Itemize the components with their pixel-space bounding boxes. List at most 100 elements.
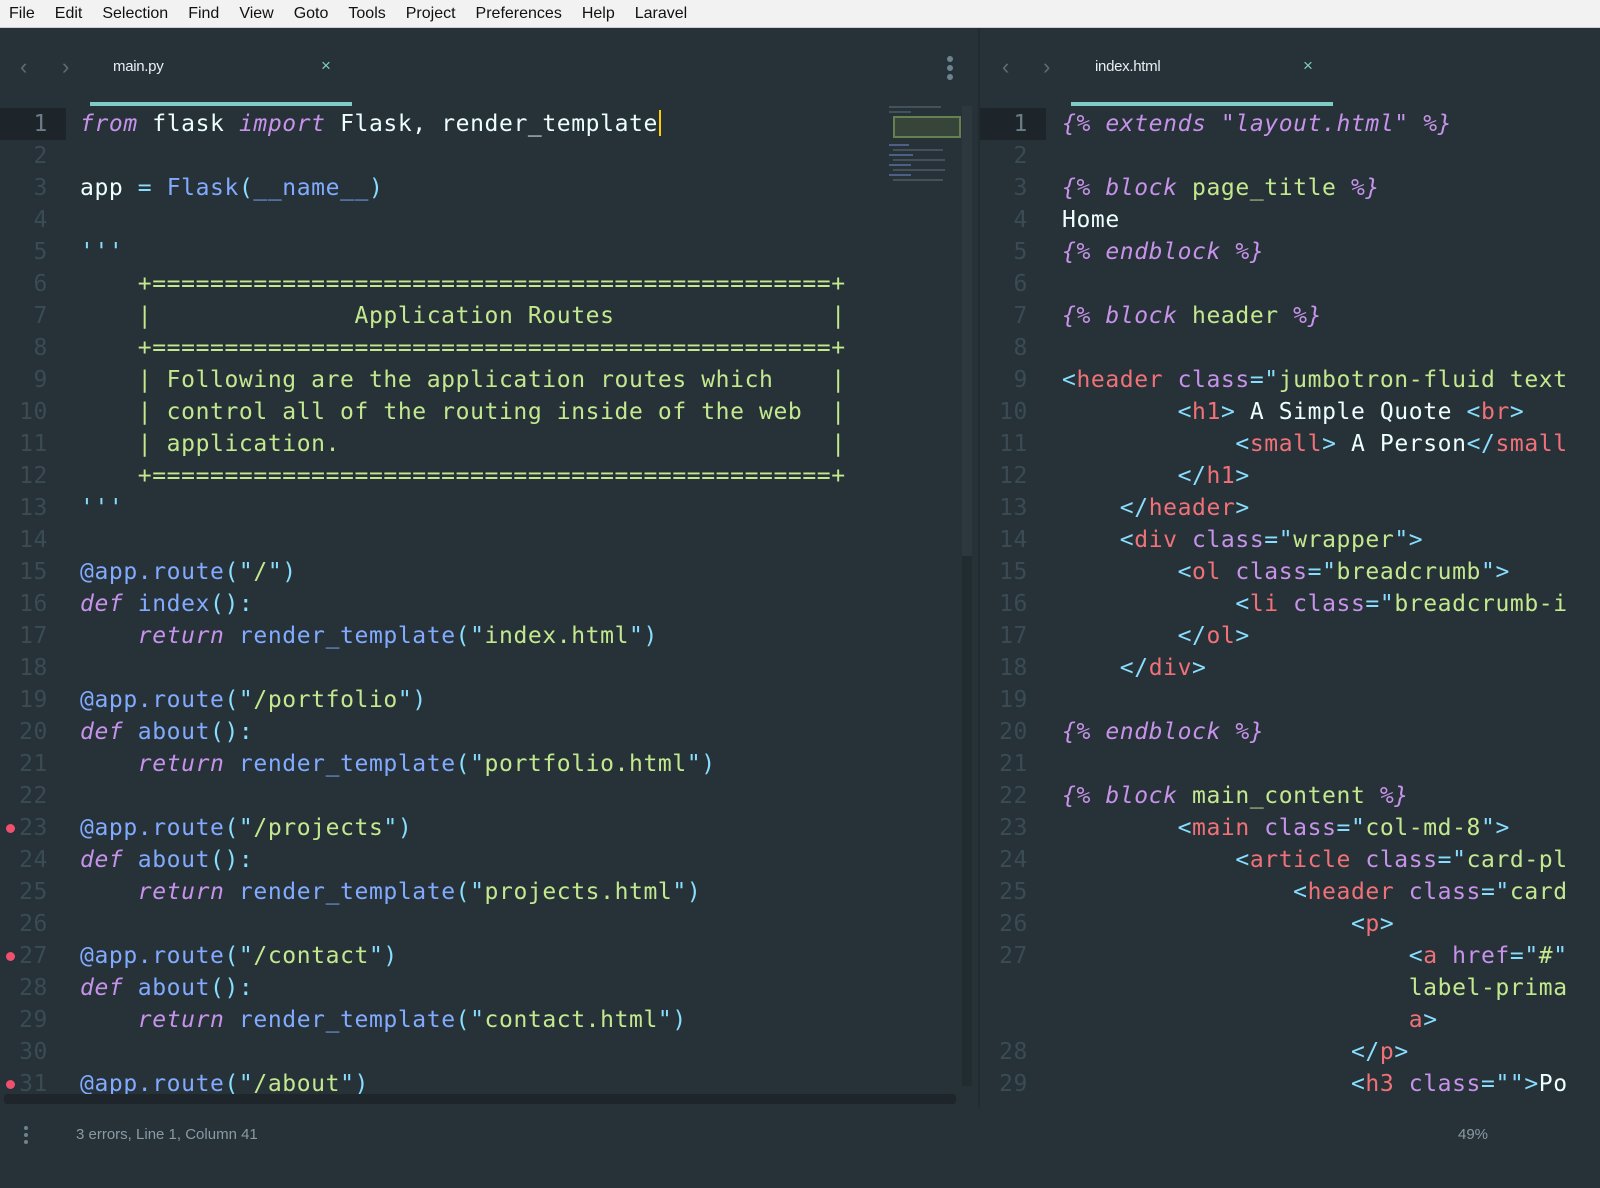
- code-line[interactable]: 19 @app.route("/portfolio"): [0, 684, 978, 716]
- line-number: 3: [1013, 175, 1028, 201]
- line-number: 23: [19, 815, 48, 841]
- code-line[interactable]: 7 {% block header %}: [980, 300, 1600, 332]
- menu-tools[interactable]: Tools: [338, 0, 395, 27]
- menu-help[interactable]: Help: [572, 0, 625, 27]
- code-line[interactable]: 27 @app.route("/contact"): [0, 940, 978, 972]
- code-line[interactable]: 12 </h1>: [980, 460, 1600, 492]
- horizontal-scrollbar[interactable]: [4, 1094, 956, 1104]
- code-line[interactable]: 19: [980, 684, 1600, 716]
- code-line[interactable]: 27 <a href="#": [980, 940, 1600, 972]
- code-line[interactable]: 13 ''': [0, 492, 978, 524]
- code-line[interactable]: 30: [0, 1036, 978, 1068]
- code-area-left[interactable]: 1 from flask import Flask, render_templat…: [0, 108, 978, 1100]
- code-line[interactable]: 28 def about():: [0, 972, 978, 1004]
- code-line[interactable]: 11 <small> A Person</small: [980, 428, 1600, 460]
- menu-project[interactable]: Project: [396, 0, 466, 27]
- pane-more-icon[interactable]: [947, 56, 953, 83]
- tab-index-html[interactable]: index.html: [1095, 58, 1161, 75]
- status-menu-icon[interactable]: [24, 1126, 28, 1147]
- code-line[interactable]: 3 {% block page_title %}: [980, 172, 1600, 204]
- code-token: A Person: [1336, 431, 1467, 457]
- code-line[interactable]: 22 {% block main_content %}: [980, 780, 1600, 812]
- code-line[interactable]: 16 def index():: [0, 588, 978, 620]
- code-line[interactable]: 1 {% extends "layout.html" %}: [980, 108, 1600, 140]
- menu-view[interactable]: View: [229, 0, 283, 27]
- code-line[interactable]: label-prima: [980, 972, 1600, 1004]
- code-line[interactable]: 25 <header class="card: [980, 876, 1600, 908]
- code-line[interactable]: 6 +=====================================…: [0, 268, 978, 300]
- code-line[interactable]: 28 </p>: [980, 1036, 1600, 1068]
- code-token: def: [80, 847, 124, 873]
- code-line[interactable]: 17 return render_template("index.html"): [0, 620, 978, 652]
- code-line[interactable]: 10 | control all of the routing inside o…: [0, 396, 978, 428]
- code-line[interactable]: 29 <h3 class="">Po: [980, 1068, 1600, 1100]
- code-line[interactable]: 21 return render_template("portfolio.htm…: [0, 748, 978, 780]
- menu-edit[interactable]: Edit: [45, 0, 93, 27]
- code-line[interactable]: 8: [980, 332, 1600, 364]
- nav-forward-icon[interactable]: ›: [1043, 54, 1050, 80]
- code-line[interactable]: 9 | Following are the application routes…: [0, 364, 978, 396]
- code-line[interactable]: 18 </div>: [980, 652, 1600, 684]
- tab-close-icon[interactable]: ×: [321, 56, 331, 76]
- code-token: =": [1437, 847, 1467, 873]
- code-line[interactable]: 9 <header class="jumbotron-fluid text: [980, 364, 1600, 396]
- line-number: 4: [33, 207, 48, 233]
- code-line[interactable]: 11 | application. |: [0, 428, 978, 460]
- tab-close-icon[interactable]: ×: [1303, 56, 1313, 76]
- vertical-scrollbar[interactable]: [962, 106, 972, 1086]
- code-line[interactable]: 29 return render_template("contact.html"…: [0, 1004, 978, 1036]
- code-line[interactable]: 7 | Application Routes |: [0, 300, 978, 332]
- code-line[interactable]: 20 {% endblock %}: [980, 716, 1600, 748]
- code-line[interactable]: 16 <li class="breadcrumb-i: [980, 588, 1600, 620]
- code-line[interactable]: 13 </header>: [980, 492, 1600, 524]
- code-line[interactable]: 18: [0, 652, 978, 684]
- code-line[interactable]: 12 +====================================…: [0, 460, 978, 492]
- code-line[interactable]: 25 return render_template("projects.html…: [0, 876, 978, 908]
- code-line[interactable]: 14 <div class="wrapper">: [980, 524, 1600, 556]
- code-line[interactable]: 4 Home: [980, 204, 1600, 236]
- menu-preferences[interactable]: Preferences: [466, 0, 572, 27]
- code-line[interactable]: 26: [0, 908, 978, 940]
- menu-find[interactable]: Find: [178, 0, 229, 27]
- scrollbar-thumb[interactable]: [962, 106, 972, 556]
- code-line[interactable]: 14: [0, 524, 978, 556]
- code-line[interactable]: 5 {% endblock %}: [980, 236, 1600, 268]
- code-line[interactable]: 2: [980, 140, 1600, 172]
- code-line[interactable]: 4: [0, 204, 978, 236]
- code-token: ():: [210, 719, 254, 745]
- code-line[interactable]: 3 app = Flask(__name__): [0, 172, 978, 204]
- code-line[interactable]: 26 <p>: [980, 908, 1600, 940]
- code-text: <h1> A Simple Quote <br>: [1062, 396, 1524, 428]
- menu-file[interactable]: File: [0, 0, 45, 27]
- code-line[interactable]: 15 <ol class="breadcrumb">: [980, 556, 1600, 588]
- code-line[interactable]: 5 ''': [0, 236, 978, 268]
- code-line[interactable]: 6: [980, 268, 1600, 300]
- code-text: return render_template("index.html"): [80, 620, 658, 652]
- code-line[interactable]: 23 @app.route("/projects"): [0, 812, 978, 844]
- code-line[interactable]: 24 <article class="card-pl: [980, 844, 1600, 876]
- code-line[interactable]: 17 </ol>: [980, 620, 1600, 652]
- menu-selection[interactable]: Selection: [92, 0, 178, 27]
- nav-back-icon[interactable]: ‹: [1002, 54, 1009, 80]
- code-token: </: [1350, 1039, 1380, 1065]
- code-line[interactable]: 15 @app.route("/"): [0, 556, 978, 588]
- menu-goto[interactable]: Goto: [284, 0, 339, 27]
- code-token: %}: [1336, 175, 1380, 201]
- code-line[interactable]: 22: [0, 780, 978, 812]
- code-line[interactable]: 1 from flask import Flask, render_templat…: [0, 108, 978, 140]
- code-line[interactable]: 20 def about():: [0, 716, 978, 748]
- code-line[interactable]: 23 <main class="col-md-8">: [980, 812, 1600, 844]
- minimap[interactable]: [885, 106, 961, 246]
- code-line[interactable]: 24 def about():: [0, 844, 978, 876]
- code-line[interactable]: a>: [980, 1004, 1600, 1036]
- nav-forward-icon[interactable]: ›: [62, 54, 69, 80]
- nav-back-icon[interactable]: ‹: [20, 54, 27, 80]
- code-line[interactable]: 8 +=====================================…: [0, 332, 978, 364]
- code-area-right[interactable]: 1 {% extends "layout.html" %} 2 3 {% block p…: [980, 108, 1600, 1100]
- code-line[interactable]: 2: [0, 140, 978, 172]
- code-line[interactable]: 10 <h1> A Simple Quote <br>: [980, 396, 1600, 428]
- code-token: %}: [1365, 783, 1409, 809]
- tab-main-py[interactable]: main.py: [113, 58, 164, 75]
- code-line[interactable]: 21: [980, 748, 1600, 780]
- menu-laravel[interactable]: Laravel: [625, 0, 697, 27]
